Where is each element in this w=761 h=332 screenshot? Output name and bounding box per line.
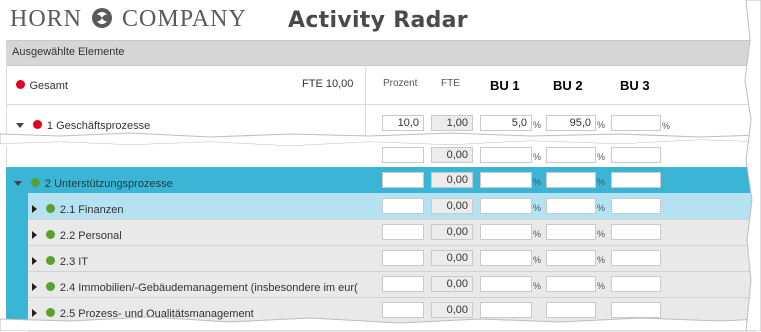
percent-sign: % (597, 255, 606, 265)
bu2-input[interactable] (546, 198, 596, 214)
percent-sign: % (533, 229, 542, 239)
tree-row-2[interactable]: 2 Unterstützungsprozesse (14, 174, 173, 192)
status-dot-icon (46, 256, 56, 265)
bu2-input[interactable]: 95,0 (546, 115, 596, 131)
tree-row-label: 2.3 IT (59, 256, 89, 268)
prozent-input[interactable] (382, 198, 424, 214)
fte-value: 0,00 (431, 172, 473, 188)
percent-sign: % (533, 152, 542, 162)
grid-left-border (6, 146, 7, 166)
tree-row-2-4[interactable]: 2.4 Immobilien/-Gebäudemanagement (insbe… (32, 278, 362, 296)
expand-triangle-icon[interactable] (32, 205, 37, 213)
fte-value: 0,00 (431, 250, 473, 266)
bu1-input[interactable] (480, 224, 532, 240)
percent-sign: % (533, 281, 542, 291)
bu1-input[interactable] (480, 250, 532, 266)
prozent-input[interactable] (382, 250, 424, 266)
torn-edge-right-graphic (744, 0, 761, 331)
prozent-input[interactable] (382, 224, 424, 240)
status-dot-icon (46, 204, 56, 213)
bu2-input[interactable] (546, 250, 596, 266)
percent-sign: % (533, 177, 542, 187)
bu2-input[interactable] (546, 276, 596, 292)
total-label: Gesamt (29, 80, 68, 92)
status-dot-icon (46, 230, 56, 239)
status-dot-icon (16, 80, 25, 89)
tree-row-2-3[interactable]: 2.3 IT (32, 252, 88, 270)
column-header-bu3: BU 3 (620, 78, 650, 93)
bu3-input[interactable] (611, 147, 661, 163)
expand-triangle-icon[interactable] (32, 231, 37, 239)
bu1-input[interactable]: 5,0 (480, 115, 532, 131)
prozent-input[interactable] (382, 276, 424, 292)
bu1-input[interactable] (480, 276, 532, 292)
row-divider (6, 104, 756, 105)
percent-sign: % (533, 203, 542, 213)
bu2-input[interactable] (546, 224, 596, 240)
tree-row-2-2[interactable]: 2.2 Personal (32, 226, 122, 244)
percent-sign: % (533, 120, 542, 130)
bu1-input[interactable] (480, 172, 532, 188)
percent-sign: % (597, 281, 606, 291)
percent-sign: % (597, 120, 606, 130)
section-header: Ausgewählte Elemente (6, 40, 756, 66)
tree-row-label: 2.4 Immobilien/-Gebäudemanagement (insbe… (59, 282, 358, 294)
column-header-fte: FTE (441, 78, 460, 89)
grid-column-separator (365, 64, 366, 136)
tree-row-label: 2 Unterstützungsprozesse (44, 178, 173, 190)
percent-sign: % (597, 203, 606, 213)
percent-sign: % (597, 152, 606, 162)
bu3-input[interactable] (611, 115, 661, 131)
tree-row-label: 2.2 Personal (59, 230, 122, 242)
fte-value: 1,00 (431, 115, 473, 131)
bu2-input[interactable] (546, 147, 596, 163)
status-dot-icon (46, 282, 56, 291)
bu3-input[interactable] (611, 250, 661, 266)
bu1-input[interactable] (480, 198, 532, 214)
total-label-row: Gesamt (16, 76, 68, 94)
percent-sign: % (597, 177, 606, 187)
column-header-bu1: BU 1 (490, 78, 520, 93)
fte-value: 0,00 (431, 276, 473, 292)
bu3-input[interactable] (611, 172, 661, 188)
logo-text-right: COMPANY (122, 6, 247, 32)
torn-edge-bottom-graphic (0, 316, 761, 331)
column-header-prozent: Prozent (383, 78, 418, 89)
fte-value: 0,00 (431, 224, 473, 240)
company-logo-mark-icon (92, 8, 113, 28)
percent-sign: % (533, 255, 542, 265)
tree-row-label: 2.1 Finanzen (59, 204, 124, 216)
collapse-triangle-icon[interactable] (16, 123, 24, 128)
logo-text-left: HORN (10, 6, 83, 32)
percent-sign: % (597, 229, 606, 239)
tree-row-2-1[interactable]: 2.1 Finanzen (32, 200, 124, 218)
bu3-input[interactable] (611, 198, 661, 214)
expand-triangle-icon[interactable] (32, 257, 37, 265)
collapse-triangle-icon[interactable] (14, 181, 22, 186)
prozent-input[interactable]: 10,0 (382, 115, 424, 131)
bu1-input[interactable] (480, 147, 532, 163)
section-title: Ausgewählte Elemente (12, 46, 125, 58)
expand-triangle-icon[interactable] (32, 283, 37, 291)
bu3-input[interactable] (611, 224, 661, 240)
column-header-bu2: BU 2 (553, 78, 583, 93)
status-dot-icon (31, 178, 41, 187)
app-title: Activity Radar (288, 8, 468, 33)
status-dot-icon (33, 120, 43, 129)
bu2-input[interactable] (546, 172, 596, 188)
company-logo: HORN COMPANY (10, 6, 247, 33)
fte-value: 0,00 (431, 147, 473, 163)
prozent-input[interactable] (382, 172, 424, 188)
bu3-input[interactable] (611, 276, 661, 292)
total-fte: FTE 10,00 (302, 78, 354, 90)
fte-value: 0,00 (431, 198, 473, 214)
prozent-input[interactable] (382, 147, 424, 163)
